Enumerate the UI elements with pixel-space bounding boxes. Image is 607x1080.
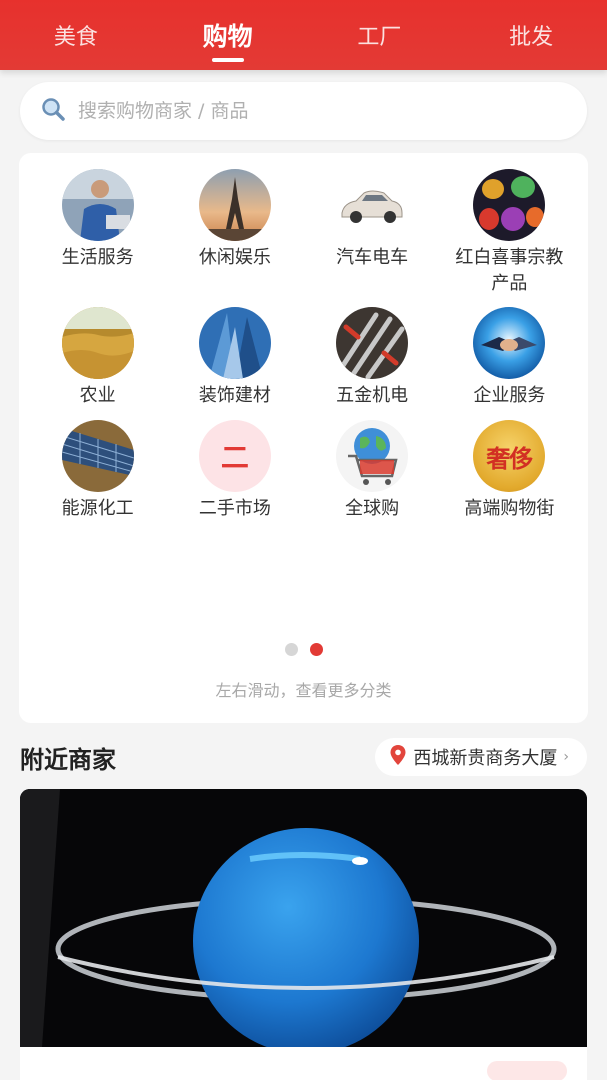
swipe-hint: 左右滑动，查看更多分类 bbox=[215, 681, 392, 700]
category-label: 生活服务 bbox=[61, 247, 134, 268]
category-energy-chemical[interactable]: 能源化工 bbox=[29, 420, 166, 533]
category-label: 休闲娱乐 bbox=[198, 247, 271, 268]
category-weddings-religious[interactable]: 红白喜事宗教产品 bbox=[441, 169, 578, 307]
category-label: 二手市场 bbox=[198, 498, 271, 519]
page-dot-active[interactable] bbox=[309, 643, 323, 656]
tab-food[interactable]: 美食 bbox=[0, 0, 152, 70]
section-title: 附近商家 bbox=[20, 746, 116, 774]
secondhand-badge: 二 bbox=[198, 420, 271, 492]
category-global-shopping[interactable]: 全球购 bbox=[304, 420, 441, 533]
handshake-photo bbox=[473, 307, 546, 379]
category-label: 农业 bbox=[79, 385, 116, 406]
wrenches-photo bbox=[336, 307, 409, 379]
category-label: 全球购 bbox=[345, 498, 400, 519]
category-secondhand-market[interactable]: 二 二手市场 bbox=[166, 420, 303, 533]
category-label: 汽车电车 bbox=[336, 247, 409, 268]
location-selector[interactable]: 西城新贵商务大厦 › bbox=[375, 738, 587, 776]
wheat-photo bbox=[61, 307, 134, 379]
solar-panel-photo bbox=[61, 420, 134, 492]
category-hardware[interactable]: 五金机电 bbox=[304, 307, 441, 420]
category-luxury-street[interactable]: 奢侈 高端购物街 bbox=[441, 420, 578, 533]
category-enterprise-services[interactable]: 企业服务 bbox=[441, 307, 578, 420]
category-label: 红白喜事宗教产品 bbox=[455, 247, 564, 294]
category-label: 装饰建材 bbox=[198, 385, 271, 406]
top-tab-bar: 美食 购物 工厂 批发 bbox=[0, 0, 607, 70]
merchant-cover-image bbox=[20, 789, 587, 1047]
category-label: 企业服务 bbox=[473, 385, 546, 406]
skyscraper-photo bbox=[198, 307, 271, 379]
category-label: 五金机电 bbox=[336, 385, 409, 406]
category-panel: 生活服务 休闲娱乐 汽车电车 红白喜事宗教产品 农业 装饰建材 五金机电 企业服… bbox=[19, 153, 588, 723]
category-agriculture[interactable]: 农业 bbox=[29, 307, 166, 420]
location-text: 西城新贵商务大厦 bbox=[413, 748, 558, 769]
search-input[interactable] bbox=[78, 100, 558, 122]
category-life-services[interactable]: 生活服务 bbox=[29, 169, 166, 307]
merchant-card[interactable] bbox=[20, 789, 587, 1080]
category-label: 能源化工 bbox=[61, 498, 134, 519]
category-leisure[interactable]: 休闲娱乐 bbox=[166, 169, 303, 307]
merchant-tag bbox=[487, 1061, 567, 1080]
category-decoration-materials[interactable]: 装饰建材 bbox=[166, 307, 303, 420]
tab-shopping[interactable]: 购物 bbox=[152, 0, 304, 70]
page-dot[interactable] bbox=[284, 643, 298, 656]
page-indicator bbox=[19, 643, 588, 656]
luxury-badge: 奢侈 bbox=[473, 420, 546, 492]
chevron-right-icon: › bbox=[563, 749, 569, 765]
globe-cart-photo bbox=[336, 420, 409, 492]
category-label: 高端购物街 bbox=[464, 498, 555, 519]
lanterns-photo bbox=[473, 169, 546, 241]
car-photo bbox=[336, 169, 409, 241]
tab-factory[interactable]: 工厂 bbox=[304, 0, 456, 70]
worker-photo bbox=[61, 169, 134, 241]
eiffel-tower-photo bbox=[198, 169, 271, 241]
map-pin-icon bbox=[389, 744, 407, 771]
tab-wholesale[interactable]: 批发 bbox=[455, 0, 607, 70]
search-icon bbox=[40, 96, 66, 126]
category-vehicles[interactable]: 汽车电车 bbox=[304, 169, 441, 307]
search-bar[interactable] bbox=[20, 82, 587, 140]
